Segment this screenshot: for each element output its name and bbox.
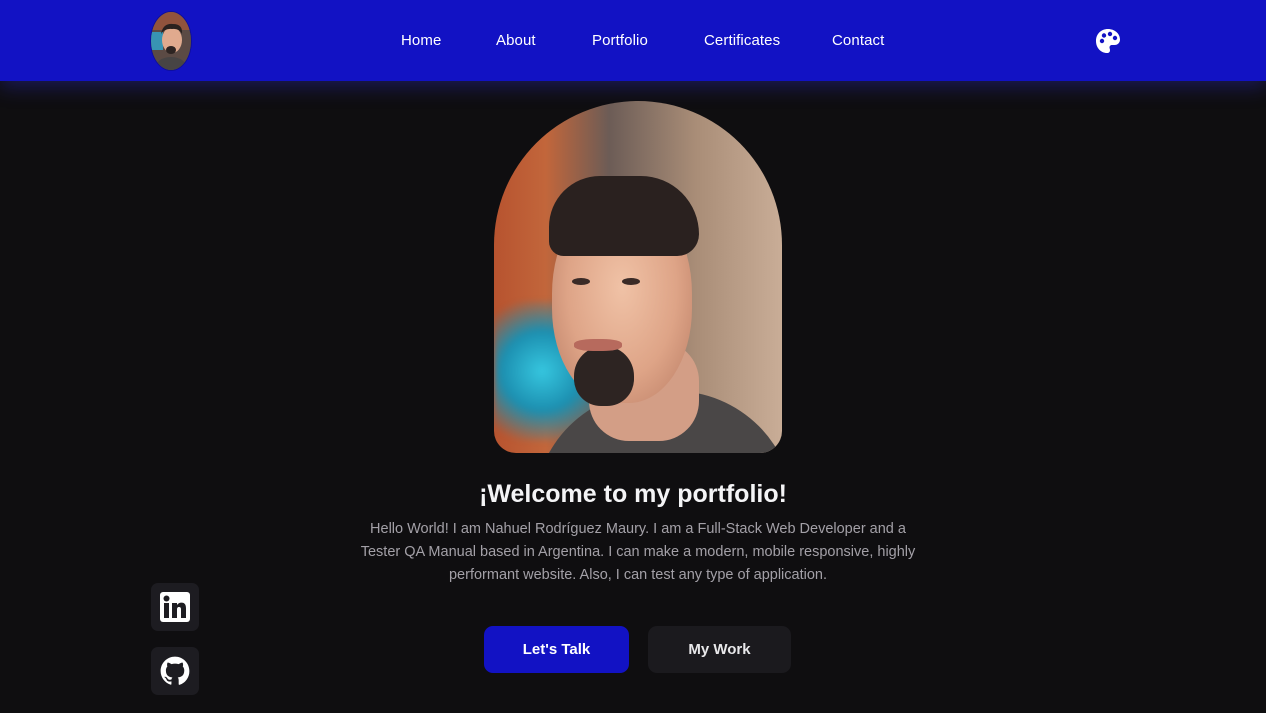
hero-title: ¡Welcome to my portfolio! xyxy=(479,480,787,508)
lets-talk-button[interactable]: Let's Talk xyxy=(484,626,629,673)
nav-contact[interactable]: Contact xyxy=(832,31,884,51)
nav-home[interactable]: Home xyxy=(401,31,441,51)
hero-portrait xyxy=(494,101,782,453)
linkedin-icon xyxy=(160,592,190,622)
portfolio-page: Home About Portfolio Certificates Contac… xyxy=(0,0,1266,713)
main-nav: Home About Portfolio Certificates Contac… xyxy=(0,0,1266,81)
nav-about[interactable]: About xyxy=(496,31,536,51)
theme-toggle-button[interactable] xyxy=(1095,28,1121,54)
palette-icon xyxy=(1096,29,1120,53)
top-navbar: Home About Portfolio Certificates Contac… xyxy=(0,0,1266,81)
my-work-button[interactable]: My Work xyxy=(648,626,791,673)
github-icon xyxy=(160,656,190,685)
nav-certificates[interactable]: Certificates xyxy=(704,31,780,51)
nav-portfolio[interactable]: Portfolio xyxy=(592,31,648,51)
hero-description: Hello World! I am Nahuel Rodríguez Maury… xyxy=(360,521,916,583)
github-link[interactable] xyxy=(151,647,199,695)
linkedin-link[interactable] xyxy=(151,583,199,631)
